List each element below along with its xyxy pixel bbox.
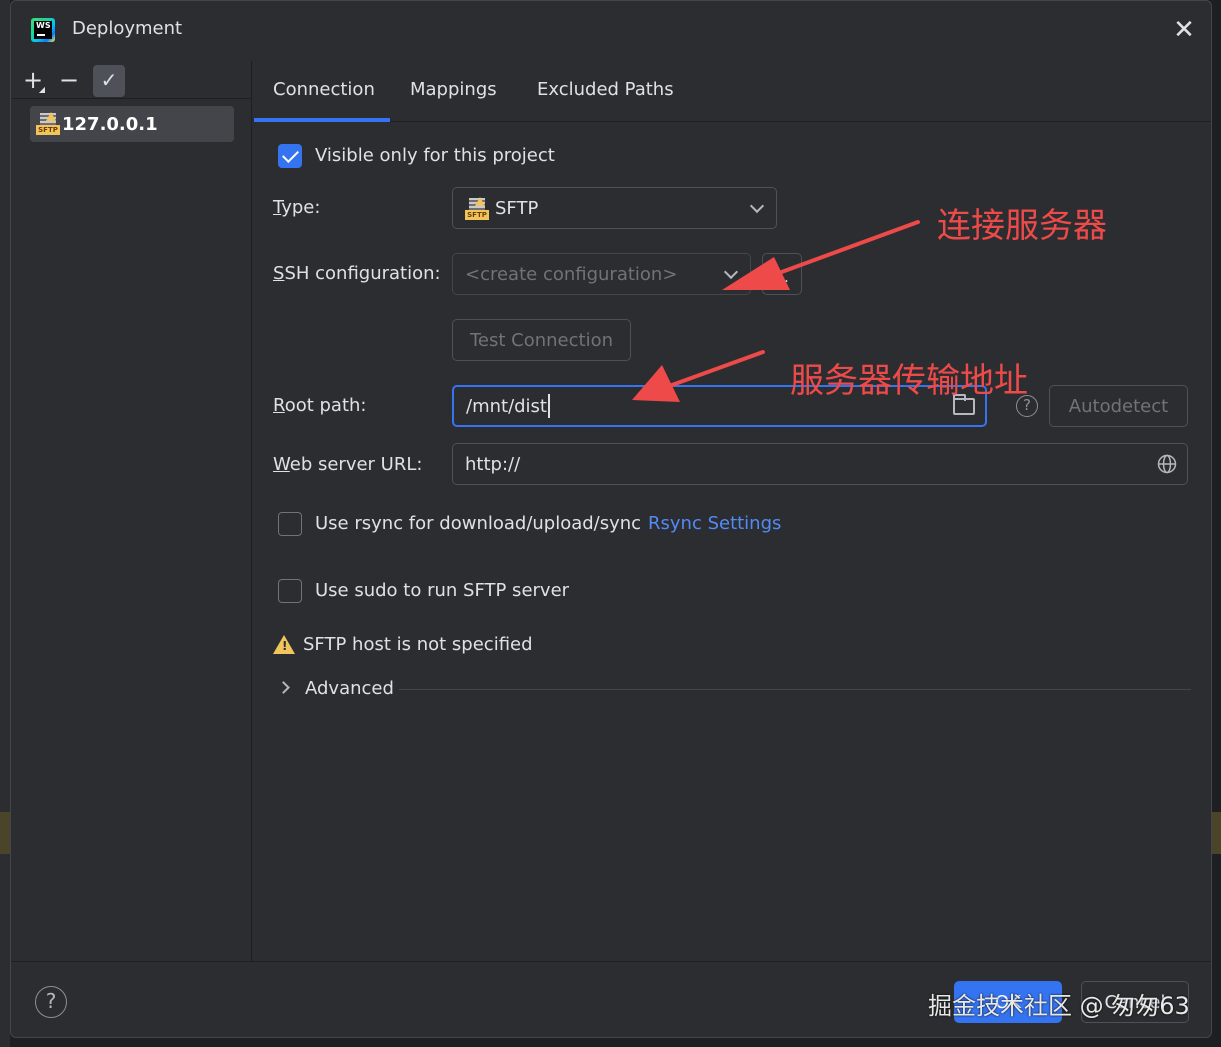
deployment-dialog: WS Deployment ✕ + ◢ − ✓ SFTP 127.0.0.1 Co… <box>10 0 1212 1038</box>
ssh-config-more-button[interactable]: ... <box>762 253 802 295</box>
remove-server-button[interactable]: − <box>53 65 85 97</box>
use-sudo-label: Use sudo to run SFTP server <box>315 580 570 601</box>
annotation-transfer-path: 服务器传输地址 <box>790 361 1028 401</box>
server-list-panel: + ◢ − ✓ SFTP 127.0.0.1 <box>11 61 252 961</box>
editor-gutter <box>0 0 10 1047</box>
type-label: Type: <box>273 197 321 218</box>
visible-only-label: Visible only for this project <box>315 145 555 166</box>
dialog-title: Deployment <box>72 18 183 39</box>
tab-excluded-paths[interactable]: Excluded Paths <box>537 79 674 100</box>
root-path-label: Root path: <box>273 395 367 416</box>
close-icon[interactable]: ✕ <box>1171 17 1197 43</box>
server-item-127-0-0-1[interactable]: SFTP 127.0.0.1 <box>30 106 234 142</box>
ssh-config-placeholder: <create configuration> <box>465 263 678 285</box>
active-tab-indicator <box>254 118 390 122</box>
add-server-button[interactable]: + ◢ <box>17 65 49 97</box>
server-item-label: 127.0.0.1 <box>62 113 158 135</box>
help-icon[interactable]: ? <box>35 986 67 1018</box>
use-rsync-label: Use rsync for download/upload/sync <box>315 513 642 534</box>
chevron-down-icon <box>723 264 739 280</box>
webstorm-app-icon: WS <box>31 18 55 42</box>
title-bar: WS Deployment ✕ <box>11 1 1211 61</box>
text-cursor <box>548 394 550 418</box>
use-rsync-checkbox[interactable] <box>278 512 302 536</box>
globe-icon[interactable] <box>1157 454 1177 474</box>
chevron-right-icon[interactable] <box>277 681 290 694</box>
advanced-section-toggle[interactable]: Advanced <box>305 678 394 699</box>
web-server-url-label: Web server URL: <box>273 454 423 475</box>
rsync-settings-link[interactable]: Rsync Settings <box>648 513 781 534</box>
annotation-connect-server: 连接服务器 <box>937 206 1107 246</box>
visible-only-checkbox[interactable] <box>278 144 302 168</box>
root-path-value: /mnt/dist <box>466 395 547 417</box>
warning-icon: ! <box>273 635 295 654</box>
test-connection-button[interactable]: Test Connection <box>452 319 631 361</box>
advanced-divider <box>399 689 1191 690</box>
sftp-host-warning: SFTP host is not specified <box>303 634 533 655</box>
autodetect-button[interactable]: Autodetect <box>1049 385 1188 427</box>
server-settings-panel: Connection Mappings Excluded Paths Visib… <box>253 61 1211 961</box>
type-select[interactable]: SFTP SFTP <box>452 187 777 229</box>
set-default-server-button[interactable]: ✓ <box>93 65 125 97</box>
settings-tabs: Connection Mappings Excluded Paths <box>253 61 1211 122</box>
sftp-server-icon: SFTP <box>36 112 60 135</box>
sftp-type-icon: SFTP <box>465 197 489 220</box>
watermark: 掘金技术社区 @ 匆匆63 <box>928 992 1190 1020</box>
ssh-config-label: SSH configuration: <box>273 263 441 284</box>
tab-connection[interactable]: Connection <box>273 79 375 100</box>
web-server-url-value: http:// <box>465 453 521 475</box>
tab-mappings[interactable]: Mappings <box>410 79 497 100</box>
ssh-config-select[interactable]: <create configuration> <box>452 253 751 295</box>
type-select-value: SFTP <box>495 197 539 219</box>
server-list-toolbar: + ◢ − ✓ <box>11 61 252 99</box>
use-sudo-checkbox[interactable] <box>278 579 302 603</box>
chevron-down-icon <box>749 198 765 214</box>
editor-highlight <box>0 812 10 854</box>
web-server-url-input[interactable]: http:// <box>452 443 1188 485</box>
editor-highlight-right <box>1211 812 1221 854</box>
